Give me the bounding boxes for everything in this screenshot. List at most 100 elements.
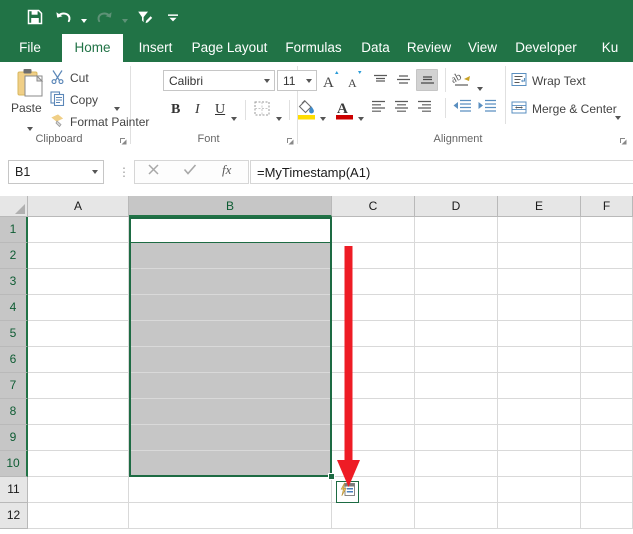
tab-kutools[interactable]: Ku bbox=[590, 34, 630, 62]
font-name-combo[interactable]: Calibri bbox=[163, 70, 275, 91]
underline-dropdown-caret[interactable] bbox=[231, 108, 237, 126]
clipboard-dialog-launcher[interactable] bbox=[118, 134, 129, 145]
cell-F1[interactable] bbox=[581, 217, 633, 243]
fill-color-dropdown-caret[interactable] bbox=[320, 108, 326, 126]
cell-D4[interactable] bbox=[415, 295, 498, 321]
cell-E4[interactable] bbox=[498, 295, 581, 321]
cell-B6[interactable] bbox=[129, 347, 332, 373]
cell-F4[interactable] bbox=[581, 295, 633, 321]
format-painter-button[interactable]: Format Painter bbox=[48, 111, 149, 131]
cell-F6[interactable] bbox=[581, 347, 633, 373]
paste-button[interactable]: Paste bbox=[6, 66, 54, 140]
cell-C9[interactable] bbox=[332, 425, 415, 451]
cell-B4[interactable] bbox=[129, 295, 332, 321]
fill-color-button[interactable] bbox=[296, 98, 318, 122]
increase-indent-button[interactable] bbox=[477, 98, 499, 118]
align-left-button[interactable] bbox=[370, 98, 391, 118]
cell-E2[interactable] bbox=[498, 243, 581, 269]
cell-F5[interactable] bbox=[581, 321, 633, 347]
cell-E12[interactable] bbox=[498, 503, 581, 529]
cell-D6[interactable] bbox=[415, 347, 498, 373]
cell-A10[interactable] bbox=[28, 451, 129, 477]
cell-A9[interactable] bbox=[28, 425, 129, 451]
cell-B5[interactable] bbox=[129, 321, 332, 347]
borders-button[interactable] bbox=[252, 100, 274, 120]
cell-A6[interactable] bbox=[28, 347, 129, 373]
cell-F7[interactable] bbox=[581, 373, 633, 399]
cell-B1[interactable] bbox=[129, 217, 332, 243]
tab-view[interactable]: View bbox=[463, 34, 502, 62]
orientation-dropdown-caret[interactable] bbox=[477, 78, 483, 96]
tab-page-layout[interactable]: Page Layout bbox=[188, 34, 271, 62]
cell-C10[interactable] bbox=[332, 451, 415, 477]
cell-F2[interactable] bbox=[581, 243, 633, 269]
cell-E9[interactable] bbox=[498, 425, 581, 451]
copy-button[interactable]: Copy bbox=[48, 89, 126, 111]
cell-F8[interactable] bbox=[581, 399, 633, 425]
bold-button[interactable]: B bbox=[166, 100, 186, 120]
name-box[interactable]: B1 bbox=[8, 160, 104, 184]
cell-B9[interactable] bbox=[129, 425, 332, 451]
cell-D2[interactable] bbox=[415, 243, 498, 269]
quick-print-icon[interactable] bbox=[132, 5, 158, 29]
tab-developer[interactable]: Developer bbox=[510, 34, 582, 62]
cell-D5[interactable] bbox=[415, 321, 498, 347]
cell-E8[interactable] bbox=[498, 399, 581, 425]
cut-button[interactable]: Cut bbox=[48, 67, 126, 87]
cell-C3[interactable] bbox=[332, 269, 415, 295]
cell-A12[interactable] bbox=[28, 503, 129, 529]
cell-D8[interactable] bbox=[415, 399, 498, 425]
cell-A2[interactable] bbox=[28, 243, 129, 269]
italic-button[interactable]: I bbox=[188, 100, 208, 120]
cell-C6[interactable] bbox=[332, 347, 415, 373]
cell-D10[interactable] bbox=[415, 451, 498, 477]
undo-icon[interactable] bbox=[50, 5, 76, 29]
cell-B2[interactable] bbox=[129, 243, 332, 269]
top-align-button[interactable] bbox=[370, 70, 391, 90]
tab-insert[interactable]: Insert bbox=[131, 34, 180, 62]
align-center-button[interactable] bbox=[393, 98, 414, 118]
insert-function-icon[interactable]: fx bbox=[221, 162, 236, 182]
font-size-combo[interactable]: 11 bbox=[277, 70, 317, 91]
cell-E11[interactable] bbox=[498, 477, 581, 503]
font-size-caret[interactable] bbox=[301, 71, 316, 90]
cell-A7[interactable] bbox=[28, 373, 129, 399]
name-box-value[interactable]: B1 bbox=[9, 165, 87, 179]
tab-data[interactable]: Data bbox=[356, 34, 395, 62]
cell-B3[interactable] bbox=[129, 269, 332, 295]
cell-C1[interactable] bbox=[332, 217, 415, 243]
borders-dropdown-caret[interactable] bbox=[276, 108, 282, 126]
font-color-button[interactable]: A bbox=[334, 98, 356, 122]
cell-A4[interactable] bbox=[28, 295, 129, 321]
cell-F11[interactable] bbox=[581, 477, 633, 503]
fill-handle[interactable] bbox=[328, 473, 335, 480]
cell-D12[interactable] bbox=[415, 503, 498, 529]
tab-file[interactable]: File bbox=[12, 34, 48, 62]
cell-B7[interactable] bbox=[129, 373, 332, 399]
cell-A3[interactable] bbox=[28, 269, 129, 295]
cell-C4[interactable] bbox=[332, 295, 415, 321]
auto-fill-options-button[interactable] bbox=[336, 481, 359, 503]
merge-center-dropdown-caret[interactable] bbox=[615, 107, 621, 125]
cell-B10[interactable] bbox=[129, 451, 332, 477]
name-box-caret[interactable] bbox=[87, 161, 103, 183]
cell-A11[interactable] bbox=[28, 477, 129, 503]
tab-formulas[interactable]: Formulas bbox=[279, 34, 348, 62]
middle-align-button[interactable] bbox=[393, 70, 414, 90]
font-name-caret[interactable] bbox=[259, 71, 274, 90]
cell-C12[interactable] bbox=[332, 503, 415, 529]
cell-D9[interactable] bbox=[415, 425, 498, 451]
cell-E7[interactable] bbox=[498, 373, 581, 399]
tab-review[interactable]: Review bbox=[403, 34, 455, 62]
cell-F10[interactable] bbox=[581, 451, 633, 477]
cell-E1[interactable] bbox=[498, 217, 581, 243]
alignment-dialog-launcher[interactable] bbox=[618, 134, 629, 145]
cell-C5[interactable] bbox=[332, 321, 415, 347]
cell-B8[interactable] bbox=[129, 399, 332, 425]
wrap-text-button[interactable]: Wrap Text bbox=[510, 70, 610, 90]
cell-C2[interactable] bbox=[332, 243, 415, 269]
cell-E6[interactable] bbox=[498, 347, 581, 373]
cell-F9[interactable] bbox=[581, 425, 633, 451]
cell-A1[interactable] bbox=[28, 217, 129, 243]
formula-input[interactable]: =MyTimestamp(A1) bbox=[250, 160, 633, 184]
